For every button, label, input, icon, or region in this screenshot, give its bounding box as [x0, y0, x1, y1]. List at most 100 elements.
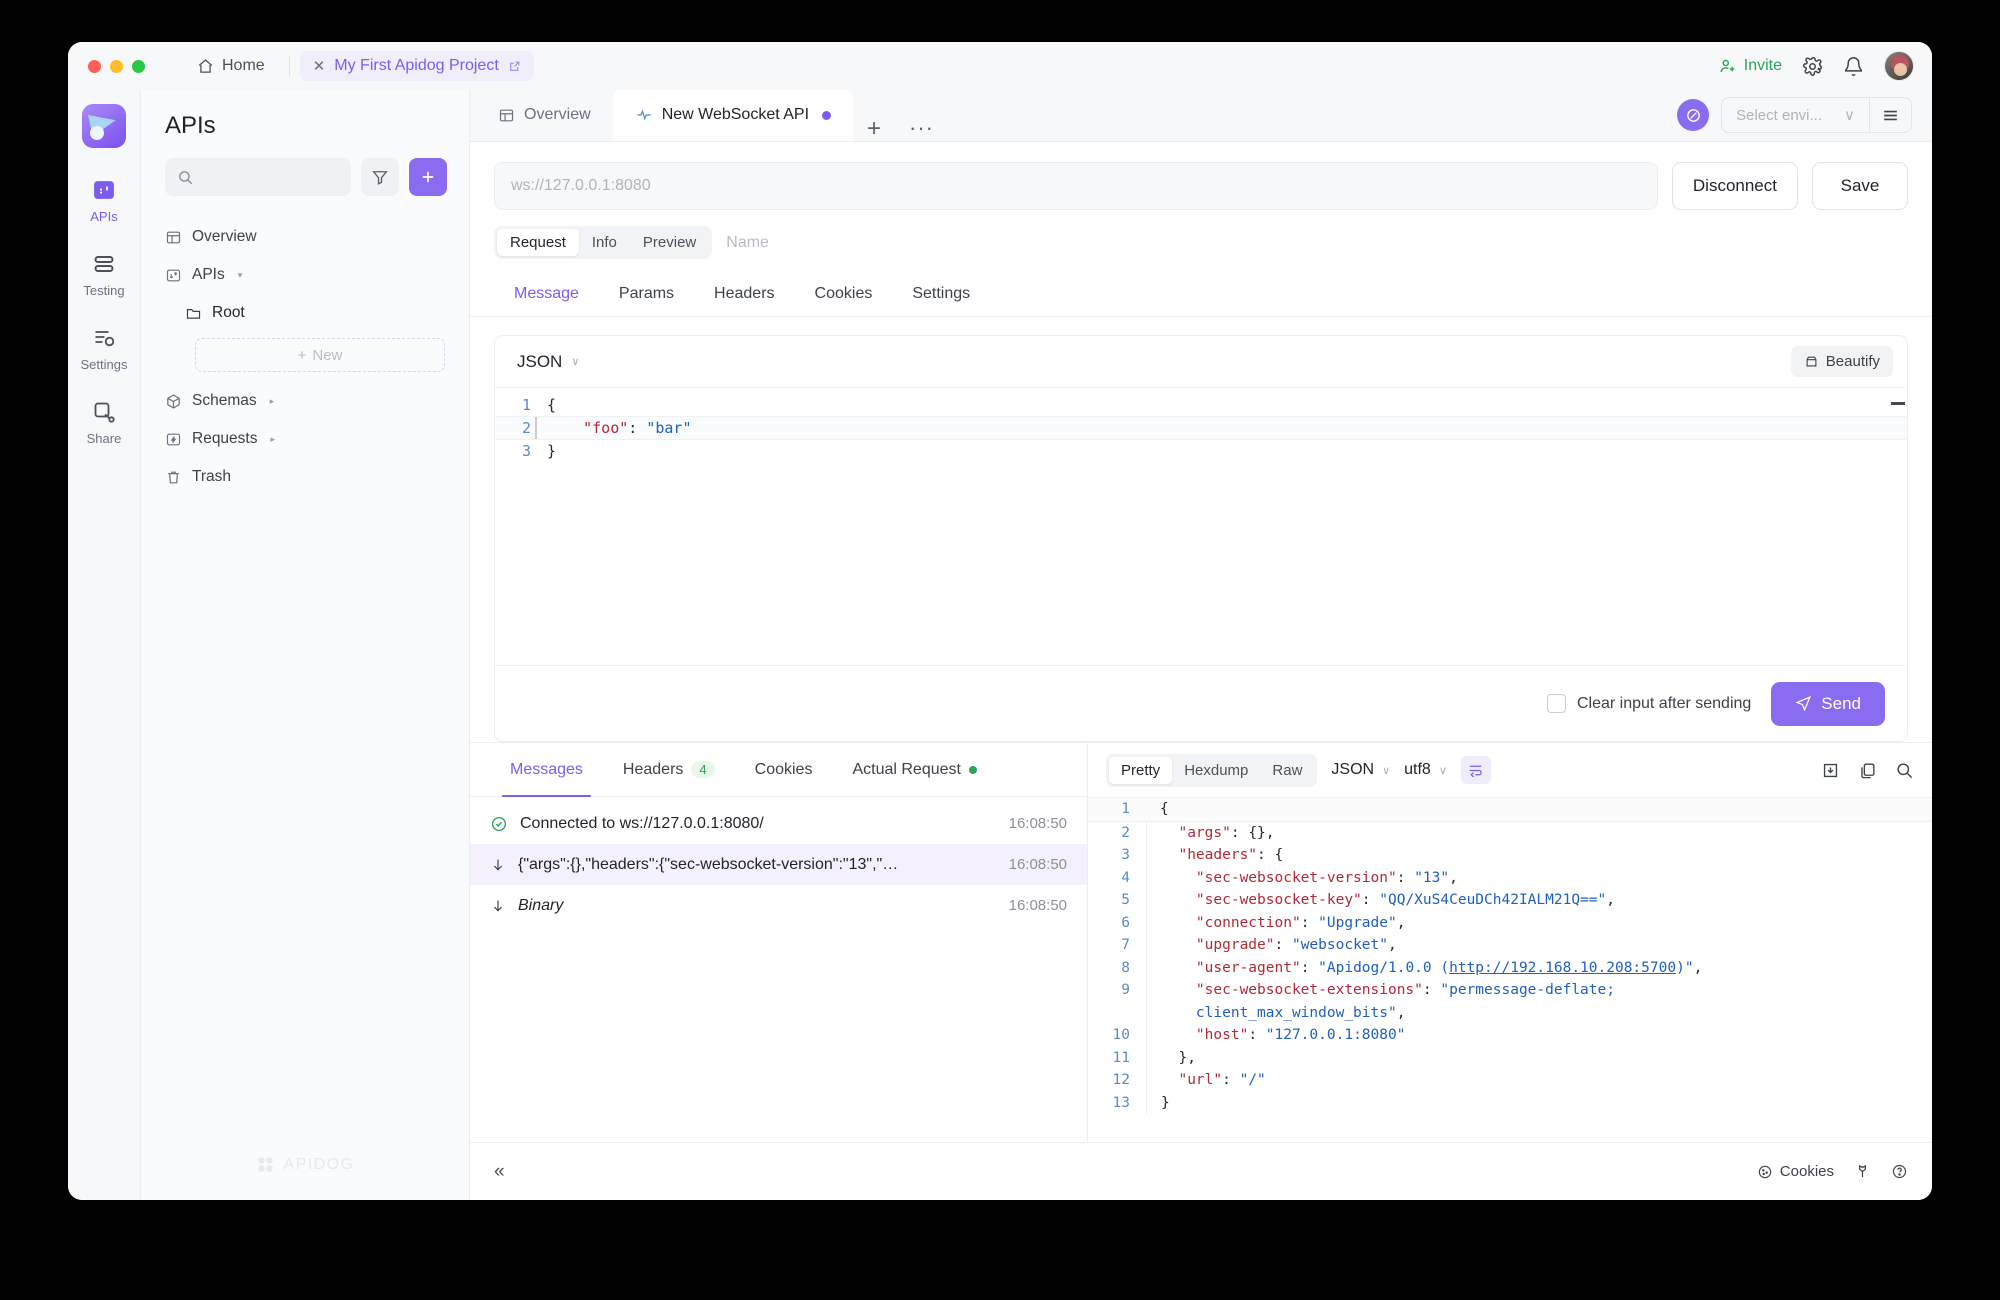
chevron-down-icon[interactable]: ▾: [238, 270, 243, 281]
code-text: "user-agent": "Apidog/1.0.0 (http://192.…: [1146, 956, 1702, 979]
bell-icon[interactable]: [1843, 56, 1864, 77]
segment-info[interactable]: Info: [579, 229, 630, 256]
response-view-segmented[interactable]: Pretty Hexdump Raw: [1106, 753, 1318, 787]
message-code-editor[interactable]: 1{2 "foo": "bar" 3}: [495, 388, 1907, 665]
gear-icon[interactable]: [1802, 56, 1823, 77]
editor-toolbar: JSON ∨ Beautify: [495, 336, 1907, 388]
code-text: "url": "/": [1146, 1069, 1266, 1092]
new-api-button[interactable]: + New: [195, 338, 445, 372]
sidebar-item-requests[interactable]: Requests ▸: [155, 420, 455, 458]
settings-icon: [92, 326, 116, 350]
url-input-wrapper[interactable]: [494, 162, 1658, 210]
response-code-view[interactable]: 1{2 "args": {}, 3 "headers": {4 "sec-webs…: [1088, 797, 1932, 1142]
titlebar-actions: Invite: [1719, 51, 1914, 81]
code-text: "sec-websocket-extensions": "permessage-…: [1146, 979, 1615, 1002]
response-encoding-label: utf8: [1404, 761, 1431, 778]
rail-item-share[interactable]: Share: [68, 400, 140, 446]
sidebar-item-trash[interactable]: Trash: [155, 458, 455, 496]
code-line: 5 "sec-websocket-key": "QQ/XuS4CeuDCh42I…: [1088, 889, 1932, 912]
home-tab[interactable]: Home: [183, 52, 279, 80]
clear-input-checkbox[interactable]: Clear input after sending: [1546, 694, 1751, 713]
environment-selector[interactable]: Select envi... ∨: [1721, 97, 1912, 133]
window-controls[interactable]: [88, 59, 145, 73]
help-icon[interactable]: [1891, 1163, 1908, 1180]
tab-overview-label: Overview: [524, 106, 591, 123]
message-row[interactable]: Binary 16:08:50: [470, 885, 1087, 926]
chevron-right-icon[interactable]: ▸: [270, 396, 275, 407]
sidebar-item-apis[interactable]: APIs ▾: [155, 256, 455, 294]
save-button[interactable]: Save: [1812, 162, 1908, 210]
subtab-cookies[interactable]: Cookies: [795, 273, 893, 316]
view-hexdump[interactable]: Hexdump: [1172, 757, 1260, 784]
sidebar-item-root[interactable]: Root: [155, 294, 455, 332]
subtab-message[interactable]: Message: [494, 273, 599, 316]
message-row[interactable]: Connected to ws://127.0.0.1:8080/16:08:5…: [470, 803, 1087, 844]
messages-tabs: Messages Headers 4 Cookies Actual Reques…: [470, 743, 1087, 797]
rail-item-apis[interactable]: APIs: [68, 178, 140, 224]
checkbox-box[interactable]: [1546, 694, 1566, 713]
chevron-right-icon[interactable]: ▸: [270, 434, 275, 445]
request-mode-segmented[interactable]: Request Info Preview: [494, 226, 713, 259]
sidebar-item-schemas[interactable]: Schemas ▸: [155, 382, 455, 420]
response-toolbar: Pretty Hexdump Raw JSON ∨ utf8 ∨: [1088, 743, 1932, 797]
wrench-icon[interactable]: [1854, 1163, 1871, 1180]
tab-actual-request[interactable]: Actual Request: [832, 743, 997, 796]
environment-value[interactable]: Select envi... ∨: [1722, 98, 1869, 132]
rail-item-testing[interactable]: Testing: [68, 252, 140, 298]
maximize-window-button[interactable]: [132, 59, 145, 73]
segment-preview[interactable]: Preview: [630, 229, 709, 256]
avatar[interactable]: [1884, 51, 1914, 81]
url-input[interactable]: [511, 177, 1641, 195]
message-list[interactable]: Connected to ws://127.0.0.1:8080/16:08:5…: [470, 797, 1087, 1142]
tab-messages[interactable]: Messages: [490, 743, 603, 797]
request-name-placeholder[interactable]: Name: [726, 234, 769, 252]
new-tab-button[interactable]: +: [853, 117, 895, 141]
word-wrap-icon[interactable]: [1460, 756, 1491, 784]
message-row[interactable]: {"args":{},"headers":{"sec-websocket-ver…: [470, 844, 1087, 885]
code-text: "sec-websocket-key": "QQ/XuS4CeuDCh42IAL…: [1146, 889, 1615, 912]
segment-request[interactable]: Request: [497, 229, 579, 256]
cookies-button[interactable]: Cookies: [1757, 1163, 1834, 1180]
tab-more-button[interactable]: ···: [895, 115, 948, 141]
external-link-icon[interactable]: [508, 60, 521, 73]
apis-icon: [92, 178, 116, 202]
invite-button[interactable]: Invite: [1719, 57, 1782, 75]
response-encoding-selector[interactable]: utf8 ∨: [1404, 761, 1447, 779]
search-input-wrapper[interactable]: [165, 158, 351, 196]
tab-cookies[interactable]: Cookies: [735, 743, 833, 796]
sidebar-item-overview[interactable]: Overview: [155, 218, 455, 256]
format-selector[interactable]: JSON ∨: [517, 352, 579, 372]
send-button[interactable]: Send: [1771, 681, 1885, 726]
download-icon[interactable]: [1821, 761, 1840, 780]
minimize-window-button[interactable]: [110, 59, 123, 73]
view-pretty[interactable]: Pretty: [1109, 756, 1173, 784]
search-icon[interactable]: [1895, 761, 1914, 780]
editor-scrollbar[interactable]: [1891, 402, 1905, 405]
tab-new-websocket-api[interactable]: New WebSocket API: [612, 89, 854, 141]
subtab-params[interactable]: Params: [599, 273, 694, 316]
disconnect-button[interactable]: Disconnect: [1671, 162, 1798, 210]
response-format-selector[interactable]: JSON ∨: [1331, 761, 1390, 779]
beautify-button[interactable]: Beautify: [1790, 346, 1893, 377]
close-icon[interactable]: ✕: [313, 59, 326, 74]
environment-status-icon[interactable]: [1677, 99, 1710, 131]
code-line: 9 "sec-websocket-extensions": "permessag…: [1088, 979, 1932, 1002]
code-line: 10 "host": "127.0.0.1:8080": [1088, 1024, 1932, 1047]
subtab-settings[interactable]: Settings: [892, 273, 990, 316]
close-window-button[interactable]: [88, 59, 101, 73]
project-tab[interactable]: ✕ My First Apidog Project: [299, 51, 534, 81]
code-line: 8 "user-agent": "Apidog/1.0.0 (http://19…: [1088, 956, 1932, 979]
copy-icon[interactable]: [1858, 761, 1877, 780]
code-line: 2 "foo": "bar": [495, 416, 1907, 440]
search-input[interactable]: [202, 169, 339, 185]
tab-headers[interactable]: Headers 4: [603, 743, 735, 796]
filter-button[interactable]: [361, 158, 399, 196]
add-api-button[interactable]: [409, 158, 447, 196]
collapse-panel-button[interactable]: «: [494, 1161, 505, 1183]
view-raw[interactable]: Raw: [1260, 757, 1314, 784]
tab-overview[interactable]: Overview: [476, 89, 613, 141]
environment-menu-button[interactable]: [1869, 98, 1911, 132]
chevron-down-icon: ∨: [1844, 107, 1855, 124]
subtab-headers[interactable]: Headers: [694, 273, 794, 316]
rail-item-settings[interactable]: Settings: [68, 326, 140, 372]
